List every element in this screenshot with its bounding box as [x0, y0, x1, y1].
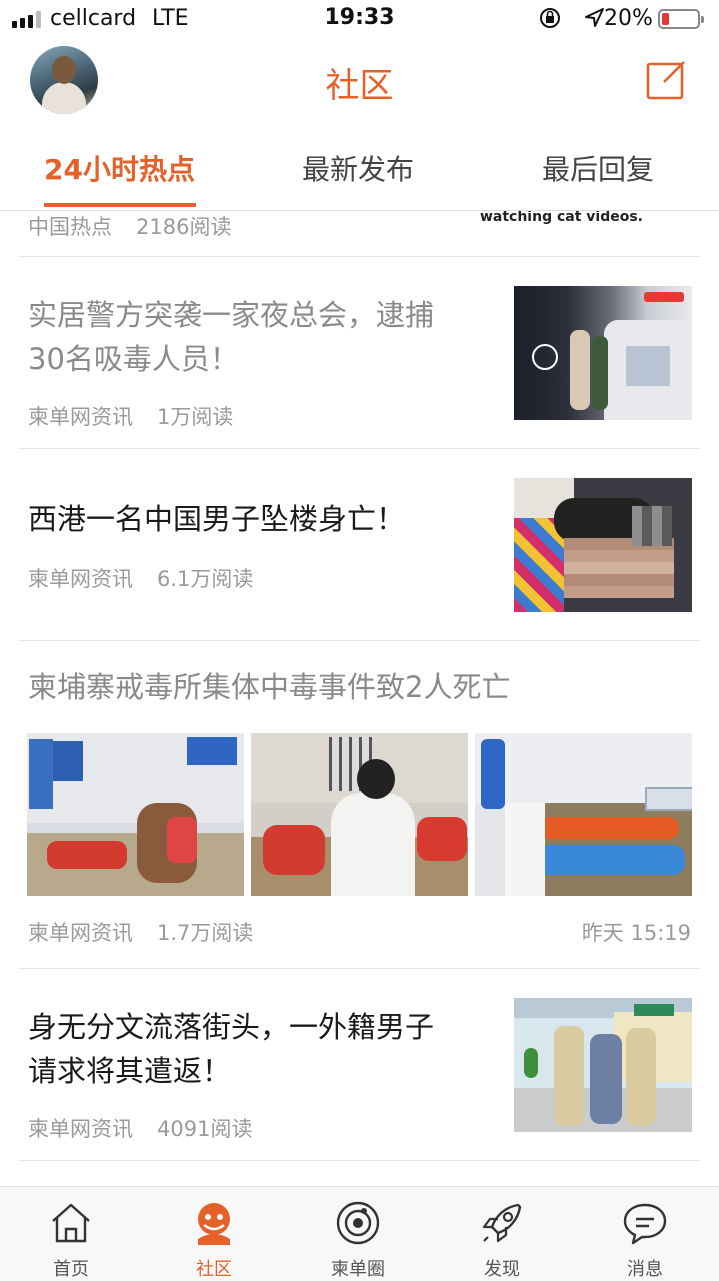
news-title: 柬埔寨戒毒所集体中毒事件致2人死亡 [28, 670, 511, 704]
status-bar: cellcard LTE 19:33 20% [0, 0, 719, 40]
active-tab-indicator [44, 203, 196, 207]
tabbar-item-messages[interactable]: 消息 [595, 1187, 695, 1281]
tab-strip: 24小时热点 最新发布 最后回复 [0, 130, 719, 211]
news-image [475, 733, 692, 896]
tabbar-item-circle[interactable]: 柬单圈 [308, 1187, 408, 1281]
view-count: 1.7万阅读 [157, 921, 254, 945]
news-image [27, 733, 244, 896]
list-item[interactable]: 身无分文流落街头，一外籍男子 请求将其遣返！ 柬单网资讯 4091阅读 [18, 969, 701, 1161]
page-title: 社区 [325, 66, 394, 106]
post-time: 昨天 15:19 [581, 921, 691, 945]
tabbar-label: 首页 [53, 1259, 89, 1280]
news-title: 西港一名中国男子坠楼身亡！ [28, 502, 406, 536]
list-item[interactable]: 西港一名中国男子坠楼身亡！ 柬单网资讯 6.1万阅读 [18, 449, 701, 641]
source-label: 柬单网资讯 [28, 567, 133, 591]
tab-latest-posts[interactable]: 最新发布 [302, 148, 414, 188]
news-image [251, 733, 468, 896]
community-icon [198, 1203, 230, 1245]
view-count: 2186阅读 [136, 215, 232, 239]
tabbar-item-community[interactable]: 社区 [164, 1187, 264, 1281]
compose-icon[interactable] [646, 58, 688, 100]
news-thumbnail [514, 286, 692, 420]
source-label: 柬单网资讯 [28, 921, 133, 945]
list-item[interactable]: 柬埔寨戒毒所集体中毒事件致2人死亡 柬单网资讯 1.7万阅读 昨天 15:19 [18, 641, 701, 969]
feed-list[interactable]: 中国热点 2186阅读 watching cat videos. 实居警方突袭一家… [0, 211, 719, 1186]
source-label: 柬单网资讯 [28, 405, 133, 429]
news-thumbnail [514, 478, 692, 612]
news-thumbnail [514, 998, 692, 1132]
orientation-lock-icon [540, 8, 560, 28]
message-icon [623, 1203, 667, 1245]
tab-24h-hot[interactable]: 24小时热点 [44, 148, 195, 188]
tabbar-label: 柬单圈 [331, 1259, 385, 1280]
list-item[interactable]: 中国热点 2186阅读 watching cat videos. [18, 211, 701, 257]
news-title: 身无分文流落街头，一外籍男子 请求将其遣返！ [28, 1010, 435, 1088]
tabbar-label: 发现 [484, 1259, 520, 1280]
tab-last-reply[interactable]: 最后回复 [542, 148, 654, 188]
view-count: 4091阅读 [157, 1117, 253, 1141]
view-count: 6.1万阅读 [157, 567, 254, 591]
tabbar-item-home[interactable]: 首页 [21, 1187, 121, 1281]
circle-icon [336, 1201, 380, 1245]
battery-percentage: 20% [604, 6, 653, 31]
bottom-tab-bar: 首页 社区 柬单圈 发现 消息 [0, 1186, 719, 1281]
source-label: 柬单网资讯 [28, 1117, 133, 1141]
list-item[interactable]: 实居警方突袭一家夜总会，逮捕 30名吸毒人员！ 柬单网资讯 1万阅读 [18, 257, 701, 449]
rocket-icon [482, 1203, 522, 1243]
home-icon [52, 1203, 90, 1243]
view-count: 1万阅读 [157, 405, 234, 429]
thumbnail-caption: watching cat videos. [479, 211, 643, 225]
source-label: 中国热点 [28, 215, 112, 239]
news-title: 实居警方突袭一家夜总会，逮捕 30名吸毒人员！ [28, 298, 435, 376]
tabbar-item-discover[interactable]: 发现 [452, 1187, 552, 1281]
tabbar-label: 社区 [196, 1259, 232, 1280]
battery-icon [658, 9, 704, 29]
tabbar-label: 消息 [627, 1259, 663, 1280]
